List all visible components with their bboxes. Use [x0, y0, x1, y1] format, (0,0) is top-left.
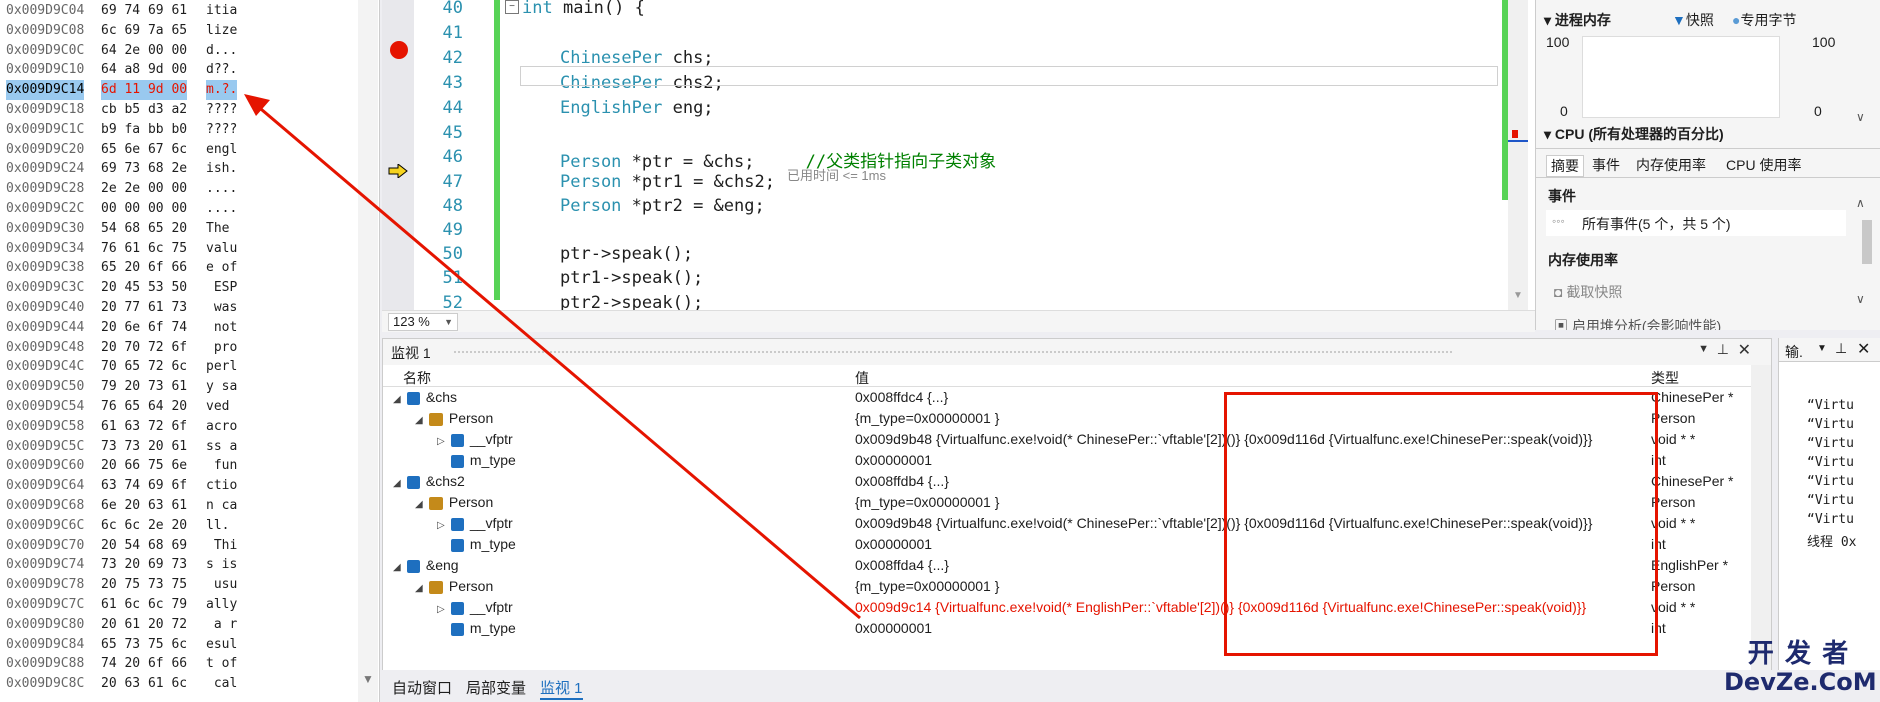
tab-watch1[interactable]: 监视 1 [540, 677, 583, 700]
annotation-arrow [244, 94, 861, 620]
close-icon[interactable]: ✕ [1857, 339, 1870, 359]
output-line: “Virtu [1807, 474, 1854, 489]
pin-icon[interactable]: ⊥ [1835, 340, 1847, 357]
output-line: “Virtu [1807, 455, 1854, 470]
dropdown-icon[interactable]: ▼ [1817, 343, 1827, 354]
output-line: “Virtu [1807, 512, 1854, 527]
output-window: 输. ▼ ⊥ ✕ “Virtu “Virtu “Virtu “Virtu “Virtu “… [1778, 338, 1880, 670]
output-line: “Virtu [1807, 493, 1854, 508]
output-header: 输. ▼ ⊥ ✕ [1779, 338, 1880, 362]
output-line: “Virtu [1807, 417, 1854, 432]
bottom-tab-strip: 自动窗口 局部变量 监视 1 [382, 670, 1772, 702]
output-line: “Virtu [1807, 398, 1854, 413]
tab-autos[interactable]: 自动窗口 [392, 677, 452, 698]
watermark-logo: 开 发 者 DevZe.CoM [1724, 638, 1877, 696]
output-title: 输. [1785, 344, 1803, 360]
output-line: 线程 0x [1807, 535, 1857, 550]
output-line: “Virtu [1807, 436, 1854, 451]
tab-locals[interactable]: 局部变量 [466, 677, 526, 698]
